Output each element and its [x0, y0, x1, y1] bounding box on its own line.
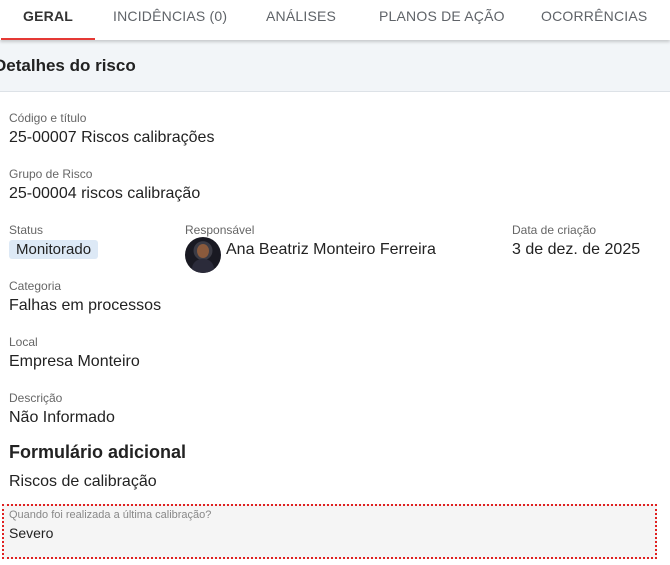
descricao-label: Descrição	[9, 391, 63, 405]
tab-analises[interactable]: ANÁLISES	[266, 0, 336, 40]
status-label: Status	[9, 223, 44, 237]
descricao-value: Não Informado	[9, 409, 115, 426]
page-title: Detalhes do risco	[0, 56, 136, 75]
tab-geral[interactable]: GERAL	[1, 0, 95, 40]
data-criacao-label: Data de criação	[512, 223, 597, 237]
tab-incidencias[interactable]: INCIDÊNCIAS (0)	[113, 0, 227, 40]
section-header: Detalhes do risco	[0, 40, 670, 92]
tab-ocorrencias[interactable]: OCORRÊNCIAS	[541, 0, 647, 40]
calibration-field-value[interactable]: Severo	[9, 525, 53, 541]
tab-bar: GERAL INCIDÊNCIAS (0) ANÁLISES PLANOS DE…	[0, 0, 670, 40]
categoria-value: Falhas em processos	[9, 297, 162, 314]
local-label: Local	[9, 335, 38, 349]
calibration-field-label: Quando foi realizada a última calibração…	[9, 509, 212, 521]
tab-planos-de-acao[interactable]: PLANOS DE AÇÃO	[379, 0, 505, 40]
grupo-value: 25-00004 riscos calibração	[9, 185, 201, 202]
form-name: Riscos de calibração	[9, 473, 157, 490]
categoria-label: Categoria	[9, 279, 62, 293]
codigo-value: 25-00007 Riscos calibrações	[9, 129, 215, 146]
responsavel-label: Responsável	[185, 223, 255, 237]
codigo-label: Código e título	[9, 111, 87, 125]
avatar	[185, 237, 221, 273]
grupo-label: Grupo de Risco	[9, 167, 93, 181]
responsavel-value: Ana Beatriz Monteiro Ferreira	[226, 241, 436, 258]
data-criacao-value: 3 de dez. de 2025	[512, 241, 641, 258]
status-badge: Monitorado	[9, 240, 99, 259]
calibration-field[interactable]: Quando foi realizada a última calibração…	[2, 504, 657, 559]
form-title: Formulário adicional	[9, 442, 187, 462]
local-value: Empresa Monteiro	[9, 353, 140, 370]
